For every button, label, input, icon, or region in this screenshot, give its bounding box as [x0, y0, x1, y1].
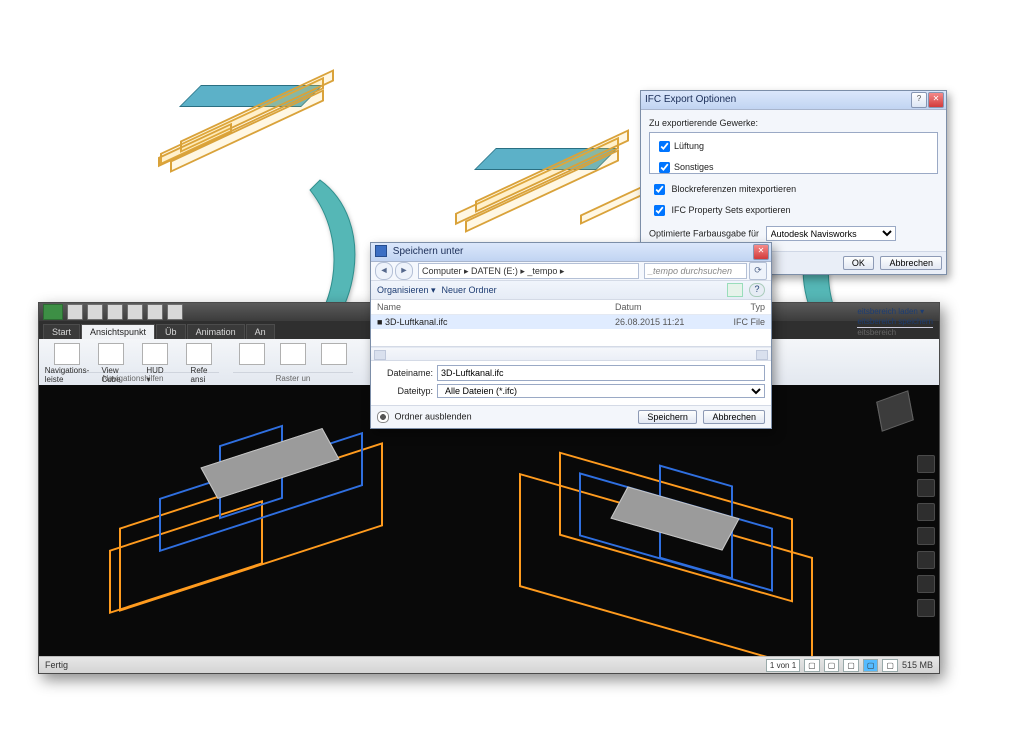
- column-name[interactable]: Name: [377, 300, 615, 314]
- section-label: Zu exportierende Gewerke:: [649, 118, 938, 128]
- look-icon[interactable]: [917, 551, 935, 569]
- settings-icon[interactable]: [167, 304, 183, 320]
- grid-icon: [239, 343, 265, 365]
- view-options-icon[interactable]: [727, 283, 743, 297]
- open-icon[interactable]: [67, 304, 83, 320]
- pan-icon[interactable]: [917, 479, 935, 497]
- file-date-cell: 26.08.2015 11:21: [615, 315, 705, 329]
- filename-label: Dateiname:: [377, 368, 433, 378]
- dialog-title: IFC Export Optionen: [645, 94, 736, 105]
- tab-ub[interactable]: Üb: [156, 324, 186, 339]
- model-left: [99, 415, 419, 615]
- color-output-label: Optimierte Farbausgabe für: [649, 229, 759, 239]
- orbit-icon[interactable]: [917, 527, 935, 545]
- ribbon-group-raster: Raster un: [233, 372, 353, 383]
- wheel-icon[interactable]: [917, 455, 935, 473]
- save-icon[interactable]: [87, 304, 103, 320]
- workspace-group-label: eitsbereich: [857, 327, 933, 337]
- ref-icon: [186, 343, 212, 365]
- cancel-button[interactable]: Abbrechen: [880, 256, 942, 270]
- filetype-select[interactable]: Alle Dateien (*.ifc): [437, 384, 765, 398]
- status-bar: Fertig 1 von 1 ▢ ▢ ▢ ▢ ▢ 515 MB: [39, 656, 939, 673]
- ribbon-item[interactable]: [274, 343, 311, 366]
- horizontal-scrollbar[interactable]: [371, 347, 771, 361]
- tab-start[interactable]: Start: [43, 324, 80, 339]
- color-output-select[interactable]: Autodesk Navisworks: [766, 226, 896, 241]
- file-type-cell: IFC File: [705, 315, 765, 329]
- nav-forward-icon[interactable]: ►: [395, 262, 413, 280]
- ok-button[interactable]: OK: [843, 256, 874, 270]
- tab-viewpoint[interactable]: Ansichtspunkt: [81, 324, 155, 339]
- save-button[interactable]: Speichern: [638, 410, 697, 424]
- nav-bar-icon: [54, 343, 80, 365]
- save-icon: [375, 245, 387, 257]
- nav-back-icon[interactable]: ◄: [375, 262, 393, 280]
- status-chip[interactable]: ▢: [882, 659, 898, 672]
- model-right: [509, 445, 839, 645]
- new-folder-button[interactable]: Neuer Ordner: [442, 285, 497, 295]
- status-chip[interactable]: ▢: [804, 659, 820, 672]
- help-icon[interactable]: ?: [749, 283, 765, 297]
- dialog-titlebar[interactable]: IFC Export Optionen ? ✕: [641, 91, 946, 110]
- status-sheet[interactable]: 1 von 1: [766, 659, 800, 672]
- tab-an[interactable]: An: [246, 324, 275, 339]
- status-chip[interactable]: ▢: [863, 659, 879, 672]
- hide-folders-toggle[interactable]: Ordner ausblenden: [377, 411, 472, 423]
- status-chip[interactable]: ▢: [824, 659, 840, 672]
- refresh-icon[interactable]: [147, 304, 163, 320]
- cancel-button[interactable]: Abbrechen: [703, 410, 765, 424]
- walk-icon[interactable]: [917, 575, 935, 593]
- checkbox-blockrefs[interactable]: [654, 184, 665, 195]
- filename-field[interactable]: [437, 365, 765, 381]
- search-input[interactable]: _tempo durchsuchen: [644, 263, 747, 279]
- navigation-bar: [917, 455, 935, 617]
- iso-model-thumbnail: [430, 120, 660, 250]
- viewcube-icon: [98, 343, 124, 365]
- close-icon[interactable]: ✕: [753, 244, 769, 260]
- checkbox-psets[interactable]: [654, 205, 665, 216]
- gewerke-listbox[interactable]: Lüftung Sonstiges: [649, 132, 938, 174]
- status-memory: 515 MB: [902, 660, 933, 670]
- grid-icon: [321, 343, 347, 365]
- zoom-icon[interactable]: [917, 503, 935, 521]
- status-ready: Fertig: [45, 660, 68, 670]
- checkbox-luftung[interactable]: [659, 141, 670, 152]
- viewcube-widget[interactable]: [879, 395, 919, 435]
- undo-icon[interactable]: [107, 304, 123, 320]
- breadcrumb-path[interactable]: Computer ▸ DATEN (E:) ▸ _tempo ▸: [418, 263, 639, 279]
- filetype-label: Dateityp:: [377, 386, 433, 396]
- dialog-titlebar[interactable]: Speichern unter ✕: [371, 243, 771, 262]
- organize-menu[interactable]: Organisieren ▾: [377, 285, 436, 296]
- refresh-icon[interactable]: ⟳: [749, 262, 767, 280]
- ribbon-ref[interactable]: Refe ansi: [179, 343, 219, 384]
- file-row[interactable]: ■ 3D-Luftkanal.ifc 26.08.2015 11:21 IFC …: [371, 315, 771, 329]
- tab-animation[interactable]: Animation: [187, 324, 245, 339]
- workspace-save[interactable]: eitsbereich speichern: [857, 317, 933, 326]
- app-logo-icon[interactable]: [43, 304, 63, 320]
- hud-icon: [142, 343, 168, 365]
- file-name-cell: ■ 3D-Luftkanal.ifc: [377, 315, 615, 329]
- save-as-dialog: Speichern unter ✕ ◄ ► Computer ▸ DATEN (…: [370, 242, 772, 429]
- dialog-title: Speichern unter: [393, 246, 464, 257]
- status-chip[interactable]: ▢: [843, 659, 859, 672]
- file-list[interactable]: Name Datum Typ ■ 3D-Luftkanal.ifc 26.08.…: [371, 300, 771, 347]
- iso-model-thumbnail: [140, 55, 370, 185]
- column-date[interactable]: Datum: [615, 300, 705, 314]
- grid-icon: [280, 343, 306, 365]
- redo-icon[interactable]: [127, 304, 143, 320]
- select-icon[interactable]: [917, 599, 935, 617]
- workspace-load[interactable]: eitsbereich laden ▾: [857, 307, 933, 316]
- help-icon[interactable]: ?: [911, 92, 927, 108]
- close-icon[interactable]: ✕: [928, 92, 944, 108]
- ribbon-item[interactable]: [316, 343, 353, 366]
- ribbon-item[interactable]: [233, 343, 270, 366]
- ribbon-nav-leiste[interactable]: Navigations- leiste: [47, 343, 87, 384]
- checkbox-sonstiges[interactable]: [659, 162, 670, 173]
- chevron-icon: [377, 411, 389, 423]
- column-type[interactable]: Typ: [705, 300, 765, 314]
